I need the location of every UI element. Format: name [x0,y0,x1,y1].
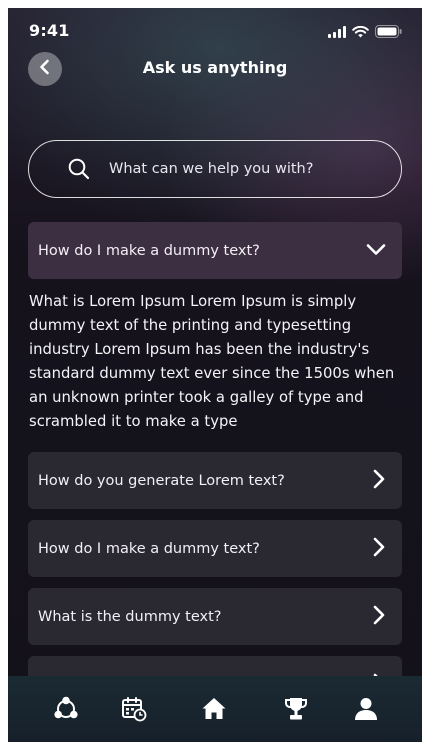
battery-icon [375,23,402,42]
profile-icon [353,696,379,726]
faq-question: How do you generate Lorem text? [38,472,285,489]
chevron-right-icon [372,605,386,629]
app-screen: 9:41 Ask us anything What can we help yo… [8,8,422,742]
header: Ask us anything [8,50,422,96]
signal-icon [328,23,346,42]
search-box[interactable] [28,140,402,198]
nav-calendar[interactable] [119,696,149,726]
faq-item[interactable]: How do I make a dummy text? [28,520,402,577]
nav-community[interactable] [51,696,81,726]
faq-question: How do I make a dummy text? [38,242,260,259]
calendar-icon [121,696,147,726]
search-input[interactable] [109,141,389,197]
faq-question: How do I make a dummy text? [38,540,260,557]
status-time: 9:41 [29,21,70,40]
bottom-nav [8,676,422,742]
status-bar: 9:41 [8,8,422,48]
nav-home[interactable] [199,696,229,726]
faq-item[interactable]: How do you generate Lorem text? [28,452,402,509]
page-title: Ask us anything [142,58,288,77]
trophy-icon [283,696,309,726]
faq-item-expanded[interactable]: How do I make a dummy text? [28,222,402,279]
faq-question: What is the dummy text? [38,608,222,625]
nav-profile[interactable] [351,696,381,726]
community-icon [53,696,79,726]
chevron-right-icon [372,469,386,493]
wifi-icon [352,23,369,42]
faq-answer: What is Lorem Ipsum Lorem Ipsum is simpl… [29,293,395,430]
status-icons [328,23,402,42]
nav-trophy[interactable] [281,696,311,726]
home-icon [201,696,227,726]
faq-item[interactable]: What is the dummy text? [28,588,402,645]
chevron-down-icon[interactable] [366,241,386,260]
search-icon [68,158,90,184]
chevron-right-icon [372,537,386,561]
